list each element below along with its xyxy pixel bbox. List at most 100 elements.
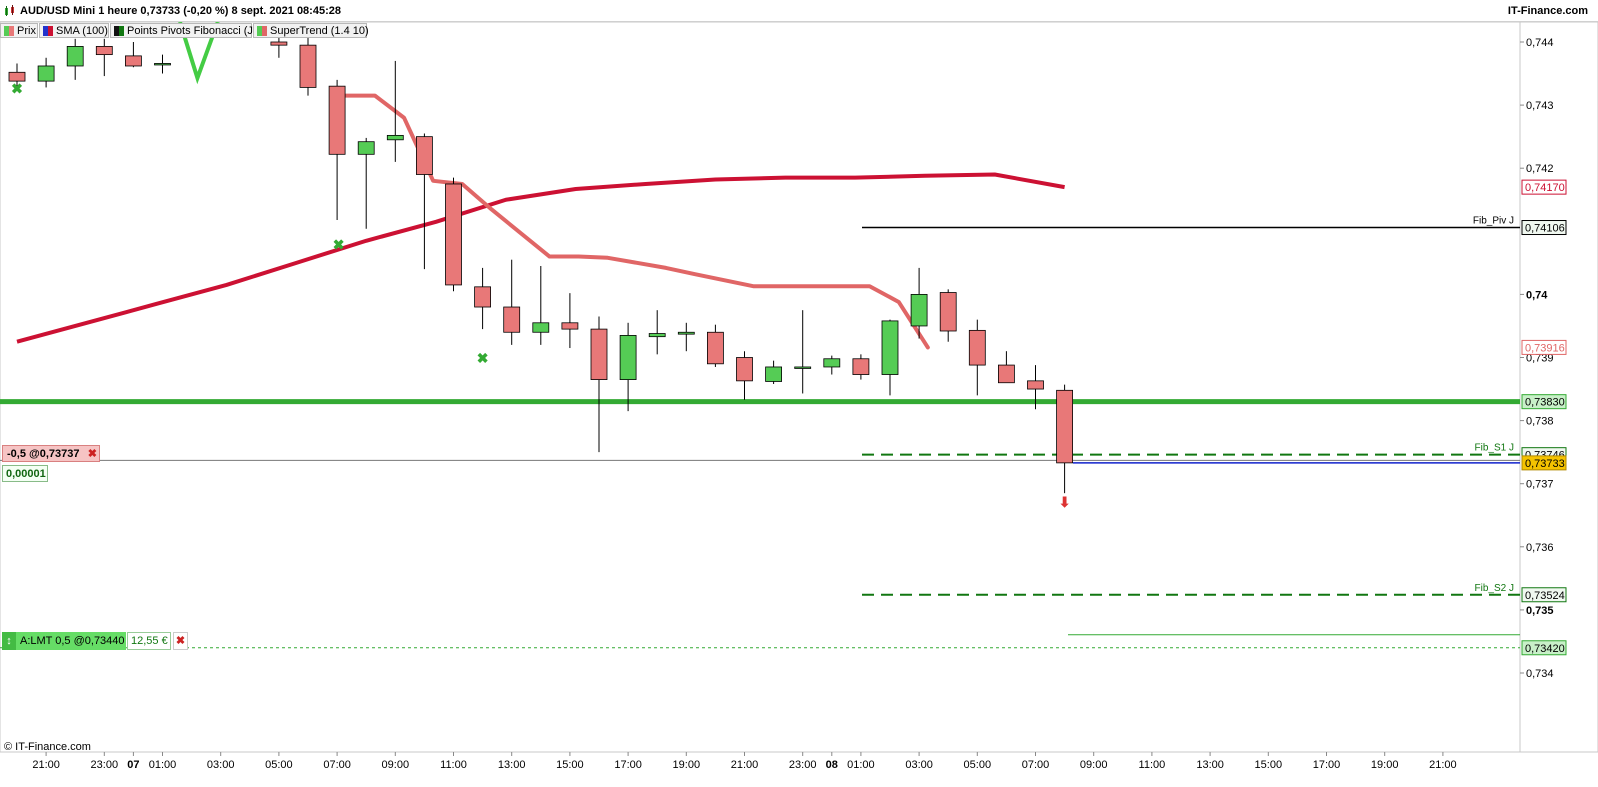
- bearish-candle-body: [95, 46, 113, 56]
- bearish-candle-body: [998, 364, 1015, 384]
- candle-11:00: [445, 177, 462, 292]
- x-tick-label: 09:00: [1080, 759, 1108, 771]
- x-tick-label: 03:00: [905, 759, 933, 771]
- y-tick-label: 0,735: [1526, 605, 1554, 617]
- bearish-candle-body: [125, 55, 142, 67]
- y-tick-label: 0,738: [1526, 416, 1554, 428]
- bearish-candle-body: [474, 286, 492, 308]
- bearish-candle-body: [736, 357, 753, 382]
- bullish-candle-body: [619, 335, 637, 380]
- bearish-candle-body: [939, 292, 957, 332]
- sma-swatch-icon: [43, 26, 53, 36]
- legend-item-sma[interactable]: SMA (100): [39, 23, 109, 38]
- buy-signal-cross-icon: ✖: [333, 236, 345, 252]
- legend-item-supertrend[interactable]: SuperTrend (1.4 10): [253, 23, 369, 38]
- x-tick-label: 01:00: [149, 759, 177, 771]
- order-drag-handle-icon[interactable]: ↕: [2, 632, 16, 650]
- x-tick-label: 08: [826, 759, 838, 771]
- bearish-candle-body: [561, 322, 579, 330]
- bearish-candle-body: [270, 41, 288, 46]
- y-tick-label: 0,742: [1526, 163, 1554, 175]
- x-tick-label: 01:00: [847, 759, 875, 771]
- limit-order-box[interactable]: ↕ A:LMT 0,5 @0,73440 12,55 € ✖: [2, 632, 188, 650]
- buy-signal-cross-icon: ✖: [477, 350, 489, 366]
- legend-item-prix[interactable]: Prix: [0, 23, 38, 38]
- bullish-candle-body: [532, 322, 550, 333]
- x-tick-label: 19:00: [673, 759, 701, 771]
- x-tick-label: 23:00: [91, 759, 119, 771]
- x-tick-label: 03:00: [207, 759, 235, 771]
- x-tick-label: 21:00: [731, 759, 759, 771]
- bullish-candle-body: [794, 366, 812, 369]
- sell-signal-arrow-icon: ⬇: [1059, 494, 1071, 510]
- buy-signal-cross-icon: ✖: [11, 80, 23, 96]
- bullish-candle-body: [765, 366, 782, 382]
- x-tick-label: 13:00: [1196, 759, 1224, 771]
- x-tick-label: 17:00: [1313, 759, 1341, 771]
- bearish-candle-body: [968, 329, 986, 366]
- y-tick-label: 0,74: [1526, 289, 1548, 301]
- x-tick-label: 19:00: [1371, 759, 1399, 771]
- y-tick-label: 0,736: [1526, 542, 1554, 554]
- order-close-icon[interactable]: ✖: [173, 632, 188, 650]
- y-tick-label: 0,737: [1526, 479, 1554, 491]
- bullish-candle-body: [66, 46, 84, 67]
- level-price-label: 0,73524: [1525, 590, 1565, 602]
- x-tick-label: 11:00: [1139, 759, 1166, 771]
- plot-area: [0, 21, 1521, 753]
- position-label: -0,5 @0,73737: [7, 448, 80, 460]
- pivot-label: Fib_S1 J: [1475, 443, 1514, 454]
- x-tick-label: 05:00: [964, 759, 992, 771]
- bearish-candle-body: [328, 85, 346, 155]
- bullish-candle-body: [823, 358, 841, 368]
- chart-title-bar: AUD/USD Mini 1 heure 0,73733 (-0,20 %) 8…: [0, 0, 1598, 22]
- x-tick-label: 21:00: [32, 759, 60, 771]
- candlestick-chart[interactable]: 21:00 23:00 07 01:00 03:00 05:00 07:00 09:00 11:…: [0, 0, 1598, 787]
- x-tick-label: 15:00: [1255, 759, 1283, 771]
- chart-title: AUD/USD Mini 1 heure 0,73733 (-0,20 %) 8…: [20, 5, 341, 17]
- level-price-label: 0,74106: [1525, 223, 1565, 235]
- x-tick-label: 23:00: [789, 759, 817, 771]
- x-tick-label: 09:00: [382, 759, 410, 771]
- bullish-candle-body: [881, 320, 899, 375]
- candle-logo-icon: [5, 5, 14, 16]
- x-tick-label: 07: [127, 759, 139, 771]
- bearish-candle-body: [415, 136, 433, 175]
- bearish-candle-body: [299, 44, 317, 88]
- bearish-candle-body: [852, 358, 870, 375]
- supertrend-price-label: 0,73916: [1525, 342, 1565, 354]
- supertrend-swatch-icon: [257, 26, 267, 36]
- x-tick-label: 07:00: [323, 759, 351, 771]
- bearish-candle-body: [1056, 389, 1073, 464]
- pivot-label: Fib_S2 J: [1475, 583, 1514, 594]
- x-tick-label: 17:00: [614, 759, 642, 771]
- bullish-candle-body: [386, 134, 404, 141]
- copyright-label: © IT-Finance.com: [4, 741, 91, 753]
- x-tick-label: 05:00: [265, 759, 293, 771]
- position-box[interactable]: -0,5 @0,73737 ✖: [2, 445, 100, 462]
- bearish-candle-body: [707, 331, 724, 365]
- bullish-candle-body: [357, 141, 375, 155]
- order-label: A:LMT 0,5 @0,73440: [16, 632, 126, 650]
- y-tick-label: 0,734: [1526, 668, 1554, 680]
- candle-swatch-icon: [4, 26, 14, 36]
- order-amount: 12,55 €: [127, 632, 171, 650]
- y-tick-label: 0,743: [1526, 100, 1554, 112]
- bullish-candle-body: [677, 331, 695, 335]
- position-close-icon[interactable]: ✖: [88, 447, 97, 460]
- order-price-label: 0,73420: [1525, 643, 1565, 655]
- position-pnl: 0,00001: [2, 465, 48, 482]
- y-tick-label: 0,744: [1526, 37, 1554, 49]
- bullish-candle-body: [648, 333, 666, 338]
- x-tick-label: 11:00: [440, 759, 467, 771]
- last-price-label: 0,73733: [1525, 458, 1565, 470]
- bearish-candle-body: [1027, 380, 1044, 390]
- x-tick-label: 07:00: [1022, 759, 1050, 771]
- legend-item-pivots[interactable]: Points Pivots Fibonacci (J): [110, 23, 257, 38]
- bullish-candle-body: [154, 63, 171, 66]
- pivot-label: Fib_Piv J: [1473, 216, 1514, 227]
- bearish-candle-body: [445, 183, 462, 286]
- x-tick-label: 15:00: [556, 759, 584, 771]
- pivots-swatch-icon: [114, 26, 124, 36]
- brand-label: IT-Finance.com: [1507, 5, 1588, 17]
